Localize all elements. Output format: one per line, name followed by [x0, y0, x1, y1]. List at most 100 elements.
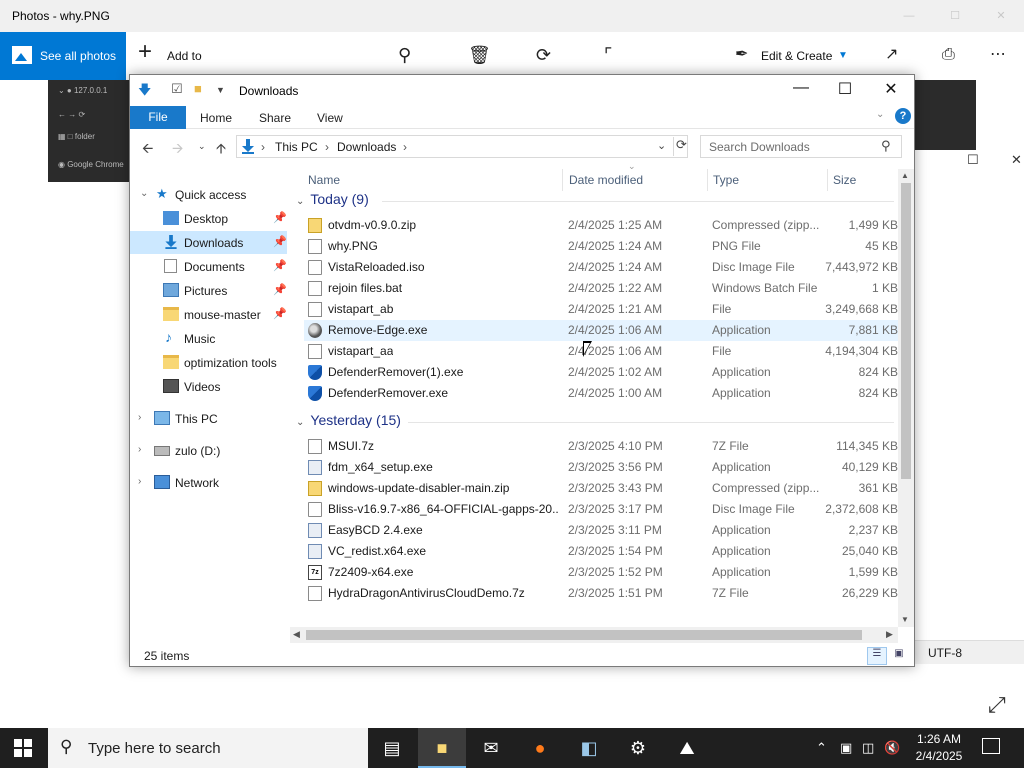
explorer-maximize-icon[interactable]: ☐: [822, 79, 868, 101]
show-hidden-icons-chevron-icon[interactable]: ⌃: [816, 740, 827, 756]
start-windows-icon[interactable]: [14, 739, 32, 757]
column-header-type[interactable]: Type: [713, 173, 739, 187]
table-row[interactable]: vistapart_ab 2/4/2025 1:21 AM File 3,249,66…: [304, 299, 898, 320]
column-divider[interactable]: [827, 169, 828, 191]
tab-home[interactable]: Home: [200, 111, 232, 125]
expand-ribbon-icon[interactable]: ⌄: [876, 109, 884, 120]
breadcrumb-this-pc[interactable]: This PC: [275, 140, 318, 154]
table-row[interactable]: DefenderRemover.exe 2/4/2025 1:00 AM Appli…: [304, 383, 898, 404]
address-dropdown-icon[interactable]: ⌄: [657, 139, 666, 152]
notifications-icon[interactable]: [982, 738, 1000, 754]
delete-icon[interactable]: 🗑: [468, 42, 491, 68]
nav-videos[interactable]: Videos: [130, 375, 287, 398]
group-collapse-icon[interactable]: ⌄: [296, 196, 304, 207]
expand-chevron-icon[interactable]: ›: [138, 444, 141, 455]
customize-quick-access-icon[interactable]: ▼: [216, 85, 225, 95]
nav-music[interactable]: ♪ Music: [130, 327, 287, 350]
vertical-scrollbar[interactable]: ▲ ▼: [898, 169, 914, 627]
zoom-in-icon[interactable]: ⚲: [398, 42, 411, 68]
table-row[interactable]: DefenderRemover(1).exe 2/4/2025 1:02 AM Ap…: [304, 362, 898, 383]
scroll-left-icon[interactable]: ◀: [293, 629, 300, 640]
column-header-date-modified[interactable]: Date modified: [569, 173, 643, 187]
volume-muted-icon[interactable]: 🔇: [884, 740, 900, 756]
back-arrow-icon[interactable]: 🡨: [142, 138, 153, 162]
vertical-scroll-thumb[interactable]: [901, 183, 911, 479]
task-view-icon[interactable]: ▤: [368, 728, 416, 768]
table-row[interactable]: otvdm-v0.9.0.zip 2/4/2025 1:25 AM Compress…: [304, 215, 898, 236]
table-row[interactable]: MSUI.7z 2/3/2025 4:10 PM 7Z File 114,345 KB: [304, 436, 898, 457]
firefox-icon[interactable]: ●: [516, 728, 564, 768]
details-view-icon[interactable]: ☰: [867, 647, 887, 665]
file-explorer-taskbar-icon[interactable]: ■: [418, 728, 466, 768]
nav-quick-access[interactable]: ⌄ ★ Quick access: [130, 183, 287, 206]
nav-downloads[interactable]: Downloads 📌: [130, 231, 287, 254]
nav-network[interactable]: › Network: [130, 471, 287, 494]
clock[interactable]: 1:26 AM 2/4/2025: [904, 731, 974, 765]
group-header[interactable]: ⌄ Yesterday (15): [296, 412, 401, 428]
table-row[interactable]: Remove-Edge.exe 2/4/2025 1:06 AM Applicati…: [304, 320, 898, 341]
scroll-down-icon[interactable]: ▼: [901, 615, 909, 624]
edit-create-button[interactable]: Edit & Create: [761, 49, 832, 63]
crop-icon[interactable]: ⌜: [604, 42, 612, 68]
horizontal-scroll-thumb[interactable]: [306, 630, 862, 640]
photos-close-icon[interactable]: ✕: [978, 0, 1024, 32]
column-header-name[interactable]: Name: [308, 173, 340, 187]
large-icons-view-icon[interactable]: ▣: [891, 648, 907, 664]
expand-chevron-icon[interactable]: ›: [138, 412, 141, 423]
print-icon[interactable]: ⎙: [942, 42, 955, 68]
photos-taskbar-icon[interactable]: ⛰: [663, 728, 711, 768]
table-row[interactable]: fdm_x64_setup.exe 2/3/2025 3:56 PM Applica…: [304, 457, 898, 478]
see-all-photos-button[interactable]: See all photos: [0, 32, 126, 80]
group-collapse-icon[interactable]: ⌄: [296, 417, 304, 428]
nav-mouse-master[interactable]: mouse-master 📌: [130, 303, 287, 326]
nav-this-pc[interactable]: › This PC: [130, 407, 287, 430]
add-to-button[interactable]: Add to: [167, 49, 202, 63]
table-row[interactable]: vistapart_aa 2/4/2025 1:06 AM File 4,194,30…: [304, 341, 898, 362]
share-icon[interactable]: ↗: [885, 42, 898, 68]
nav-documents[interactable]: Documents 📌: [130, 255, 287, 278]
tab-file[interactable]: File: [130, 106, 186, 129]
recent-locations-icon[interactable]: ⌄: [198, 141, 206, 152]
edit-create-chevron-icon[interactable]: ▼: [838, 50, 848, 61]
forward-arrow-icon[interactable]: 🡪: [172, 138, 183, 162]
column-divider[interactable]: [707, 169, 708, 191]
table-row[interactable]: EasyBCD 2.4.exe 2/3/2025 3:11 PM Applicati…: [304, 520, 898, 541]
mail-icon[interactable]: ✉: [467, 728, 515, 768]
table-row[interactable]: windows-update-disabler-main.zip 2/3/2025…: [304, 478, 898, 499]
taskbar-search-box[interactable]: ⚲ Type here to search: [48, 728, 368, 768]
fullscreen-expand-icon[interactable]: ⤢: [988, 692, 1006, 718]
more-options-icon[interactable]: ⋯: [990, 42, 1006, 68]
table-row[interactable]: Bliss-v16.9.7-x86_64-OFFICIAL-gapps-20..…: [304, 499, 898, 520]
search-input[interactable]: Search Downloads ⚲: [700, 135, 902, 158]
tab-share[interactable]: Share: [259, 111, 291, 125]
column-divider[interactable]: [562, 169, 563, 191]
table-row[interactable]: 7z 7z2409-x64.exe 2/3/2025 1:52 PM Applicat…: [304, 562, 898, 583]
photos-minimize-icon[interactable]: —: [886, 0, 932, 32]
new-folder-icon[interactable]: ■: [194, 81, 202, 96]
table-row[interactable]: why.PNG 2/4/2025 1:24 AM PNG File 45 KB: [304, 236, 898, 257]
properties-checkbox-icon[interactable]: ☑: [171, 81, 183, 97]
meet-now-icon[interactable]: ▣: [840, 740, 852, 756]
tab-view[interactable]: View: [317, 111, 343, 125]
explorer-close-icon[interactable]: ✕: [868, 79, 914, 101]
breadcrumb-downloads[interactable]: Downloads: [337, 140, 396, 154]
rotate-icon[interactable]: ⟳: [536, 42, 551, 68]
column-header-size[interactable]: Size: [833, 173, 856, 187]
scroll-right-icon[interactable]: ▶: [886, 629, 893, 640]
notepad-taskbar-icon[interactable]: ◧: [565, 728, 613, 768]
scroll-up-icon[interactable]: ▲: [901, 171, 909, 180]
table-row[interactable]: VC_redist.x64.exe 2/3/2025 1:54 PM Applica…: [304, 541, 898, 562]
table-row[interactable]: HydraDragonAntivirusCloudDemo.7z 2/3/2025…: [304, 583, 898, 604]
up-arrow-icon[interactable]: 🡩: [216, 138, 226, 162]
add-icon[interactable]: +: [138, 39, 152, 65]
expand-chevron-icon[interactable]: ›: [138, 476, 141, 487]
group-header[interactable]: ⌄ Today (9): [296, 191, 369, 207]
nav-desktop[interactable]: Desktop 📌: [130, 207, 287, 230]
nav-zulo-drive[interactable]: › zulo (D:): [130, 439, 287, 462]
network-tray-icon[interactable]: ◫: [862, 740, 874, 756]
nav-pictures[interactable]: Pictures 📌: [130, 279, 287, 302]
photos-maximize-icon[interactable]: ☐: [932, 0, 978, 32]
refresh-icon[interactable]: ⟳: [673, 137, 689, 156]
explorer-minimize-icon[interactable]: —: [778, 79, 824, 101]
table-row[interactable]: VistaReloaded.iso 2/4/2025 1:24 AM Disc Im…: [304, 257, 898, 278]
